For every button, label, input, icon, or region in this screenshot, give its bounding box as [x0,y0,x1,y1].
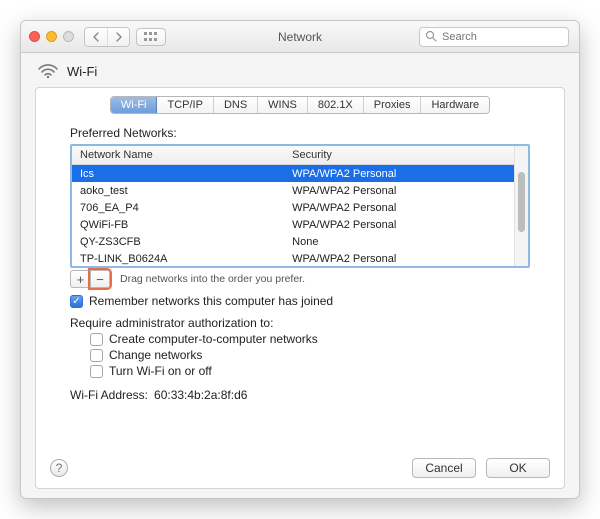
tab-proxies[interactable]: Proxies [364,97,422,113]
wifi-address-value: 60:33:4b:2a:8f:d6 [154,388,247,402]
tab-tcpip[interactable]: TCP/IP [157,97,213,113]
preferred-networks-label: Preferred Networks: [70,126,530,140]
table-row[interactable]: QY-ZS3CFB None [72,233,514,250]
remember-networks-checkbox[interactable]: ✓ [70,295,83,308]
close-window-button[interactable] [29,31,40,42]
admin-toggle-wifi-checkbox[interactable] [90,365,103,378]
add-network-button[interactable]: + [70,270,90,288]
wifi-address-label: Wi-Fi Address: [70,388,148,402]
forward-button[interactable] [107,28,129,46]
column-network-name[interactable]: Network Name [72,146,284,164]
search-input[interactable] [419,27,569,47]
remember-networks-label: Remember networks this computer has join… [89,294,333,308]
admin-change-networks-checkbox[interactable] [90,349,103,362]
advanced-sheet: Wi-Fi TCP/IP DNS WINS 802.1X Proxies Har… [35,87,565,489]
ok-button[interactable]: OK [486,458,550,478]
tab-wins[interactable]: WINS [258,97,308,113]
column-security[interactable]: Security [284,146,514,164]
admin-change-networks-label: Change networks [109,348,202,362]
tab-bar: Wi-Fi TCP/IP DNS WINS 802.1X Proxies Har… [110,96,490,114]
tab-hardware[interactable]: Hardware [421,97,489,113]
admin-toggle-wifi-label: Turn Wi-Fi on or off [109,364,212,378]
nav-back-forward [84,27,130,47]
titlebar: Network [21,21,579,53]
tab-dns[interactable]: DNS [214,97,258,113]
table-row[interactable]: QWiFi-FB WPA/WPA2 Personal [72,216,514,233]
table-row[interactable]: 706_EA_P4 WPA/WPA2 Personal [72,199,514,216]
cancel-button[interactable]: Cancel [412,458,476,478]
tab-8021x[interactable]: 802.1X [308,97,364,113]
preferred-networks-table[interactable]: Network Name Security Ics WPA/WPA2 Perso… [70,144,530,268]
table-row[interactable]: TP-LINK_B0624A WPA/WPA2 Personal [72,250,514,266]
window-network-advanced: Network Wi-Fi Wi-Fi TCP/IP DNS WINS 802.… [20,20,580,499]
table-row[interactable]: aoko_test WPA/WPA2 Personal [72,182,514,199]
tab-wifi[interactable]: Wi-Fi [111,97,158,113]
window-controls [29,31,74,42]
interface-label: Wi-Fi [67,64,97,79]
minimize-window-button[interactable] [46,31,57,42]
table-header: Network Name Security [72,146,514,165]
show-all-prefs-button[interactable] [136,28,166,46]
admin-create-adhoc-label: Create computer-to-computer networks [109,332,318,346]
zoom-window-button[interactable] [63,31,74,42]
table-row[interactable]: Ics WPA/WPA2 Personal [72,165,514,182]
drag-hint-label: Drag networks into the order you prefer. [120,273,305,285]
back-button[interactable] [85,28,107,46]
wifi-icon [37,63,59,79]
admin-create-adhoc-checkbox[interactable] [90,333,103,346]
help-button[interactable]: ? [50,459,68,477]
header-row: Wi-Fi [21,53,579,87]
admin-auth-label: Require administrator authorization to: [70,316,530,330]
remove-network-button[interactable]: − [90,270,110,288]
scrollbar-thumb[interactable] [518,172,525,232]
scrollbar[interactable] [514,146,528,266]
